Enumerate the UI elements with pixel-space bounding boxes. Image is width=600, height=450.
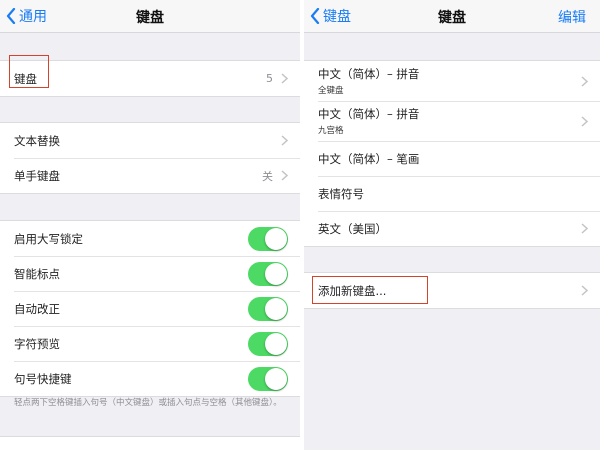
chevron-right-icon bbox=[281, 135, 288, 146]
row-label: 启用大写锁定 bbox=[14, 231, 83, 246]
keyboard-name: 表情符号 bbox=[318, 186, 364, 201]
toggle-knob bbox=[265, 367, 287, 390]
row-label: 单手键盘 bbox=[14, 168, 60, 183]
smart-punctuation-toggle[interactable] bbox=[248, 261, 288, 286]
keyboard-layout: 全键盘 bbox=[318, 86, 344, 96]
keyboards-group: 键盘 5 bbox=[0, 60, 300, 97]
next-group-peek bbox=[0, 436, 300, 450]
text-replacement-row[interactable]: 文本替换 bbox=[0, 123, 300, 158]
chevron-right-icon bbox=[581, 223, 588, 234]
row-detail: 关 bbox=[262, 169, 273, 183]
keyboards-list-panel: 键盘 键盘 编辑 中文（简体）– 拼音 全键盘 中文（简体）– 拼音 九宫格 中… bbox=[304, 0, 600, 450]
chevron-right-icon bbox=[281, 73, 288, 84]
character-preview-toggle[interactable] bbox=[248, 331, 288, 356]
row-label: 文本替换 bbox=[14, 133, 60, 148]
footer-note: 轻点两下空格键插入句号（中文键盘）或插入句点与空格（其他键盘）。 bbox=[14, 398, 282, 408]
nav-bar: 键盘 键盘 编辑 bbox=[304, 0, 600, 33]
caps-lock-toggle[interactable] bbox=[248, 226, 288, 251]
toggle-knob bbox=[265, 262, 287, 285]
text-options-group: 文本替换 单手键盘 关 bbox=[0, 122, 300, 194]
auto-correct-row: 自动改正 bbox=[0, 291, 300, 326]
keyboard-item-stroke[interactable]: 中文（简体）– 笔画 bbox=[304, 141, 600, 176]
keyboard-name: 中文（简体）– 笔画 bbox=[318, 151, 420, 166]
character-preview-row: 字符预览 bbox=[0, 326, 300, 361]
add-new-keyboard-row[interactable]: 添加新键盘... bbox=[304, 273, 600, 308]
edit-button[interactable]: 编辑 bbox=[558, 7, 586, 27]
chevron-right-icon bbox=[281, 170, 288, 181]
page-title: 键盘 bbox=[136, 10, 164, 26]
add-new-keyboard-label: 添加新键盘... bbox=[318, 283, 387, 298]
period-shortcut-toggle[interactable] bbox=[248, 366, 288, 391]
keyboard-layout: 九宫格 bbox=[318, 126, 344, 136]
chevron-right-icon bbox=[581, 115, 588, 127]
page-title: 键盘 bbox=[438, 10, 466, 26]
keyboards-row[interactable]: 键盘 5 bbox=[0, 61, 300, 96]
auto-correct-toggle[interactable] bbox=[248, 296, 288, 321]
keyboard-item-english-us[interactable]: 英文（美国） bbox=[304, 211, 600, 246]
keyboard-name: 英文（美国） bbox=[318, 221, 387, 236]
keyboard-item-pinyin-9key[interactable]: 中文（简体）– 拼音 九宫格 bbox=[304, 101, 600, 141]
add-keyboard-group: 添加新键盘... bbox=[304, 272, 600, 309]
chevron-right-icon bbox=[581, 75, 588, 87]
keyboard-item-emoji[interactable]: 表情符号 bbox=[304, 176, 600, 211]
period-shortcut-row: 句号快捷键 bbox=[0, 361, 300, 396]
keyboard-count: 5 bbox=[266, 72, 273, 85]
keyboard-name: 中文（简体）– 拼音 bbox=[318, 107, 420, 121]
row-label: 键盘 bbox=[14, 71, 37, 86]
toggle-knob bbox=[265, 332, 287, 355]
row-label: 智能标点 bbox=[14, 266, 60, 281]
one-handed-keyboard-row[interactable]: 单手键盘 关 bbox=[0, 158, 300, 193]
caps-lock-row: 启用大写锁定 bbox=[0, 221, 300, 256]
row-label: 字符预览 bbox=[14, 336, 60, 351]
toggle-knob bbox=[265, 297, 287, 320]
keyboard-name: 中文（简体）– 拼音 bbox=[318, 67, 420, 81]
smart-punctuation-row: 智能标点 bbox=[0, 256, 300, 291]
nav-bar: 通用 键盘 bbox=[0, 0, 300, 33]
toggles-group: 启用大写锁定 智能标点 自动改正 字符预览 句号快捷键 bbox=[0, 220, 300, 397]
row-label: 自动改正 bbox=[14, 301, 60, 316]
keyboard-item-pinyin-full[interactable]: 中文（简体）– 拼音 全键盘 bbox=[304, 61, 600, 101]
toggle-knob bbox=[265, 227, 287, 250]
chevron-right-icon bbox=[581, 285, 588, 296]
installed-keyboards-group: 中文（简体）– 拼音 全键盘 中文（简体）– 拼音 九宫格 中文（简体）– 笔画… bbox=[304, 60, 600, 247]
row-label: 句号快捷键 bbox=[14, 371, 72, 386]
keyboard-settings-panel: 通用 键盘 键盘 5 文本替换 单手键盘 关 启用大写锁定 智能标点 自动改正 … bbox=[0, 0, 300, 450]
